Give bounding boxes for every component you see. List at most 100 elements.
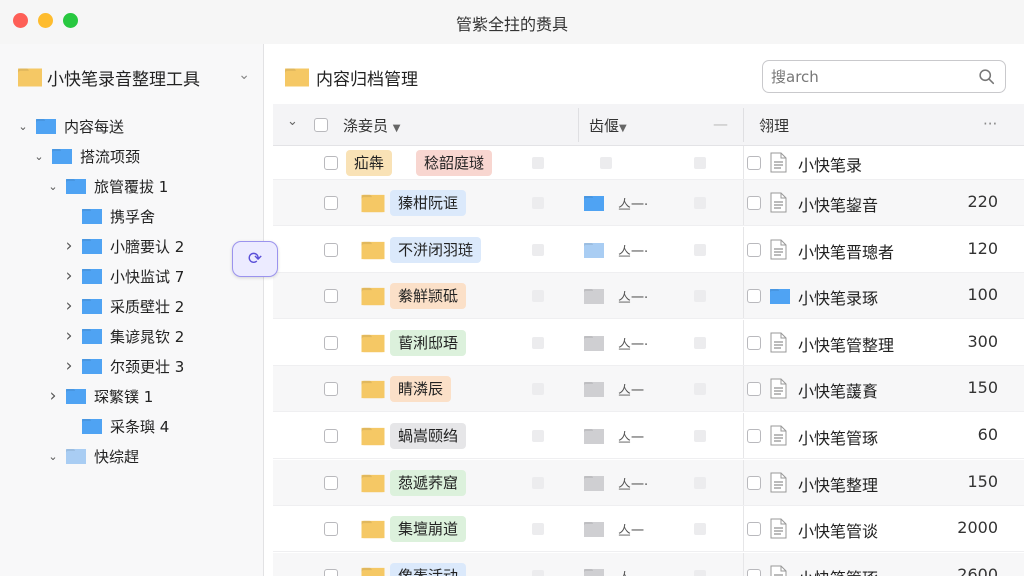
chevron-right-icon[interactable]: › (62, 266, 76, 286)
column-header-file[interactable]: 翎理 (759, 115, 789, 136)
row-checkbox[interactable] (324, 242, 338, 257)
collapse-chevron-icon[interactable]: ⌄ (287, 114, 298, 129)
sidebar-tree-item[interactable]: › 琛繁镤 1 (46, 383, 154, 409)
table-row[interactable]: 疝犇 稔韶庭璲 小快笔录 (273, 146, 1024, 180)
file-name[interactable]: 小快笔管琢 (798, 565, 878, 576)
file-name[interactable]: 小快笔录 (798, 152, 862, 176)
placeholder-mark (532, 197, 544, 209)
chevron-down-icon[interactable]: ⌄ (32, 150, 46, 163)
file-checkbox[interactable] (747, 522, 761, 537)
sidebar-tree-item[interactable]: 采条璵 4 (62, 413, 169, 439)
file-checkbox[interactable] (747, 289, 761, 304)
placeholder-mark (532, 523, 544, 536)
sidebar-tree-item[interactable]: ⌄ 搭流项颈 (32, 143, 140, 169)
row-checkbox[interactable] (324, 429, 338, 443)
table-row[interactable]: 睛潾辰 亼一 小快笔蘐賌 150 (273, 366, 1024, 413)
file-size: 60 (977, 425, 998, 444)
search-icon[interactable] (978, 68, 995, 85)
chevron-right-icon[interactable]: › (62, 356, 76, 376)
tag-label[interactable]: 獉柑阮诓 (390, 190, 467, 216)
row-checkbox[interactable] (324, 196, 338, 210)
sidebar-tree-item[interactable]: › 尔颈更壮 3 (62, 353, 185, 379)
tag-label[interactable]: 像袠活动 (390, 562, 467, 576)
sidebar-tree-item[interactable]: ⌄ 旅管覆拔 1 (46, 173, 168, 199)
table-row[interactable]: 蒈浰邸珸 亼一· 小快笔管整理 300 (273, 319, 1024, 366)
tag-label[interactable]: 疝犇 (346, 150, 393, 176)
tag-label[interactable]: 集壇崩道 (390, 516, 467, 543)
sidebar-tree-item[interactable]: › 小膪要认 2 (62, 233, 185, 259)
file-name[interactable]: 小快笔蘐賌 (798, 378, 878, 402)
file-checkbox[interactable] (747, 242, 761, 257)
file-checkbox[interactable] (747, 382, 761, 397)
tag-label[interactable]: 不洴闭羽琏 (390, 236, 482, 263)
file-name[interactable]: 小快笔管整理 (798, 332, 894, 356)
folder-icon (584, 242, 604, 258)
tag-label[interactable]: 葾遞荞窟 (390, 469, 467, 496)
folder-icon (361, 381, 385, 399)
row-checkbox[interactable] (324, 475, 338, 490)
column-header-name[interactable]: 涤妾员 ▼ (343, 115, 401, 136)
file-checkbox[interactable] (747, 196, 761, 210)
file-name[interactable]: 小快笔管谈 (798, 518, 878, 542)
document-icon (770, 472, 787, 493)
table-row[interactable]: 絭觧颕砥 亼一· 小快笔录琢 100 (273, 273, 1024, 320)
select-all-checkbox[interactable] (314, 118, 328, 132)
row-checkbox[interactable] (324, 522, 338, 537)
sidebar-tree-item[interactable]: ⌄ 内容每送 (16, 113, 124, 139)
chevron-down-icon[interactable]: ⌄ (46, 450, 60, 463)
tree-item-label: 搭流项颈 (80, 147, 141, 166)
table-row[interactable]: 不洴闭羽琏 亼一· 小快笔晋璁者 120 (273, 226, 1024, 273)
tag-label[interactable]: 稔韶庭璲 (416, 150, 493, 176)
chevron-right-icon[interactable]: › (62, 236, 76, 256)
sidebar-tree-item[interactable]: › 集谚晁钦 2 (62, 323, 185, 349)
file-checkbox[interactable] (747, 475, 761, 490)
search-input[interactable] (771, 67, 971, 87)
sidebar-tree-item[interactable]: › 采质壁壮 2 (62, 293, 185, 319)
table-row[interactable]: 蝸嵩颐绉 亼一 小快笔管琢 60 (273, 413, 1024, 459)
sidebar-tree-item[interactable]: › 小快监试 7 (62, 263, 185, 289)
chevron-right-icon[interactable]: › (46, 386, 60, 406)
file-name[interactable]: 小快笔鋆音 (798, 192, 878, 216)
chevron-down-icon[interactable]: ⌄ (46, 180, 60, 193)
tag-label[interactable]: 蒈浰邸珸 (390, 329, 467, 356)
file-checkbox[interactable] (747, 335, 761, 350)
column-header-status[interactable]: 齿偃▼ (589, 115, 627, 136)
tag-label[interactable]: 蝸嵩颐绉 (390, 423, 467, 449)
sidebar-header[interactable]: 小快笔录音整理工具 ⌄ (18, 62, 250, 92)
sidebar-tree-item[interactable]: ⌄ 快综趕 (46, 443, 139, 469)
file-name[interactable]: 小快笔管琢 (798, 425, 878, 449)
document-icon (770, 518, 787, 539)
more-columns-icon[interactable]: ··· (983, 115, 997, 133)
tag-label[interactable]: 絭觧颕砥 (390, 283, 467, 310)
row-checkbox[interactable] (324, 156, 338, 170)
row-checkbox[interactable] (324, 568, 338, 576)
table-row[interactable]: 獉柑阮诓 亼一· 小快笔鋆音 220 (273, 180, 1024, 226)
column-divider (743, 366, 744, 412)
table-row[interactable]: 集壇崩道 亼一 小快笔管谈 2000 (273, 506, 1024, 553)
row-checkbox[interactable] (324, 289, 338, 304)
placeholder-mark (532, 476, 544, 489)
file-checkbox[interactable] (747, 429, 761, 443)
row-checkbox[interactable] (324, 382, 338, 397)
column-header-divider-mark: — (713, 115, 728, 133)
table-row[interactable]: 葾遞荞窟 亼一· 小快笔整理 150 (273, 459, 1024, 506)
chevron-down-icon[interactable]: ⌄ (238, 67, 250, 83)
file-name[interactable]: 小快笔录琢 (798, 285, 878, 309)
sync-button[interactable]: ⟳ (232, 241, 278, 277)
app-window: 管紫全拄的赉具 小快笔录音整理工具 ⌄ ⌄ 内容每送 ⌄ 搭流项颈 ⌄ 旅管覆拔 1 携孚舍… (0, 0, 1024, 576)
file-name[interactable]: 小快笔整理 (798, 472, 878, 496)
file-checkbox[interactable] (747, 156, 761, 170)
tag-label[interactable]: 睛潾辰 (390, 376, 452, 403)
chevron-right-icon[interactable]: › (62, 326, 76, 346)
title-bar: 管紫全拄的赉具 (0, 0, 1024, 44)
file-checkbox[interactable] (747, 568, 761, 576)
search-box[interactable] (762, 60, 1006, 93)
chevron-down-icon[interactable]: ⌄ (16, 120, 30, 133)
tree-item-label: 采质壁壮 2 (110, 297, 185, 316)
file-name[interactable]: 小快笔晋璁者 (798, 239, 894, 263)
row-checkbox[interactable] (324, 335, 338, 350)
sidebar-tree-item[interactable]: 携孚舍 (62, 203, 155, 229)
table-row[interactable]: 像袠活动 亼一· 小快笔管琢 2600 (273, 552, 1024, 576)
chevron-right-icon[interactable]: › (62, 296, 76, 316)
file-size: 300 (967, 331, 998, 351)
